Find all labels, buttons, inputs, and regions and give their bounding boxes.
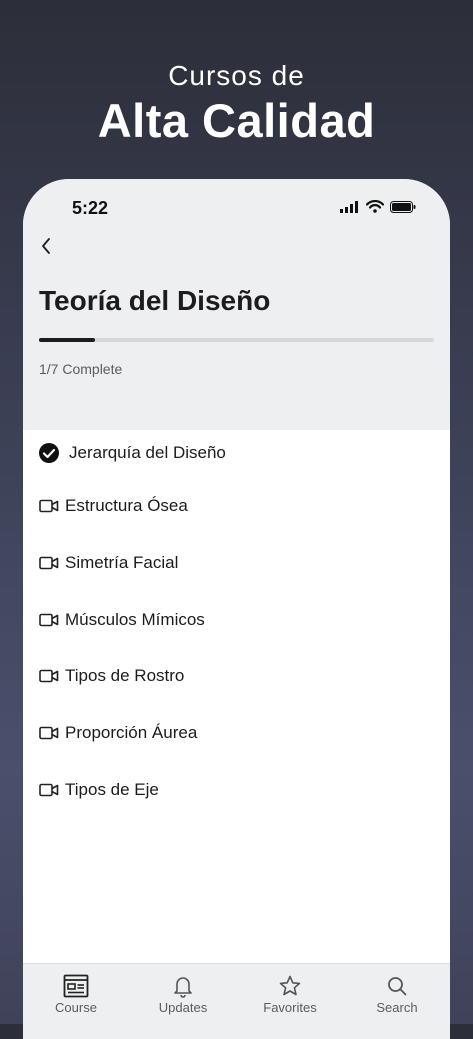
lesson-label: Estructura Ósea: [65, 496, 188, 515]
lesson-item[interactable]: Músculos Mímicos: [23, 600, 450, 640]
tab-label: Favorites: [263, 1000, 317, 1015]
tab-favorites[interactable]: Favorites: [237, 964, 343, 1024]
lesson-label: Jerarquía del Diseño: [69, 443, 226, 462]
tab-label: Course: [55, 1000, 97, 1015]
course-header: 5:22 Teoría del Diseño 1/7 Complete: [23, 179, 450, 430]
lesson-label: Simetría Facial: [65, 553, 179, 572]
tab-updates[interactable]: Updates: [130, 964, 236, 1024]
lesson-label: Proporción Áurea: [65, 723, 198, 742]
status-time: 5:22: [72, 198, 109, 218]
tab-search[interactable]: Search: [344, 964, 450, 1024]
tab-label: Updates: [158, 1000, 208, 1015]
check-circle-icon: [38, 443, 60, 463]
video-icon: [38, 666, 60, 686]
course-title: Teoría del Diseño: [39, 285, 271, 316]
lesson-label: Tipos de Eje: [65, 780, 159, 799]
progress-bar: [39, 338, 434, 342]
tab-course[interactable]: Course: [23, 964, 129, 1024]
lesson-item[interactable]: Estructura Ósea: [23, 486, 450, 526]
course-icon: [23, 974, 129, 998]
video-icon: [38, 723, 60, 743]
promo-title: Alta Calidad: [97, 94, 376, 147]
lesson-item[interactable]: Jerarquía del Diseño: [23, 433, 450, 473]
battery-icon: [390, 200, 416, 213]
video-icon: [38, 610, 60, 630]
search-icon: [344, 974, 450, 998]
tab-bar: Course Updates Favorites Search: [23, 963, 450, 1039]
lesson-item[interactable]: Tipos de Eje: [23, 770, 450, 810]
progress-text: 1/7 Complete: [39, 361, 123, 377]
chevron-left-icon: [42, 238, 50, 254]
lesson-label: Músculos Mímicos: [65, 610, 205, 629]
wifi-icon: [366, 200, 384, 213]
phone-screen: 5:22 Teoría del Diseño 1/7 Complete Jera…: [23, 179, 450, 1039]
lesson-item[interactable]: Proporción Áurea: [23, 713, 450, 753]
lesson-item[interactable]: Tipos de Rostro: [23, 656, 450, 696]
tab-label: Search: [376, 1000, 418, 1015]
progress-bar-fill: [39, 338, 96, 342]
lesson-item[interactable]: Simetría Facial: [23, 543, 450, 583]
status-icons: [340, 200, 416, 213]
signal-icon: [340, 200, 358, 213]
video-icon: [38, 496, 60, 516]
lesson-label: Tipos de Rostro: [65, 666, 185, 685]
video-icon: [38, 780, 60, 800]
star-icon: [237, 974, 343, 998]
video-icon: [38, 553, 60, 573]
bell-icon: [130, 974, 236, 998]
promo-subtitle: Cursos de: [168, 60, 305, 91]
back-button[interactable]: [35, 234, 59, 258]
